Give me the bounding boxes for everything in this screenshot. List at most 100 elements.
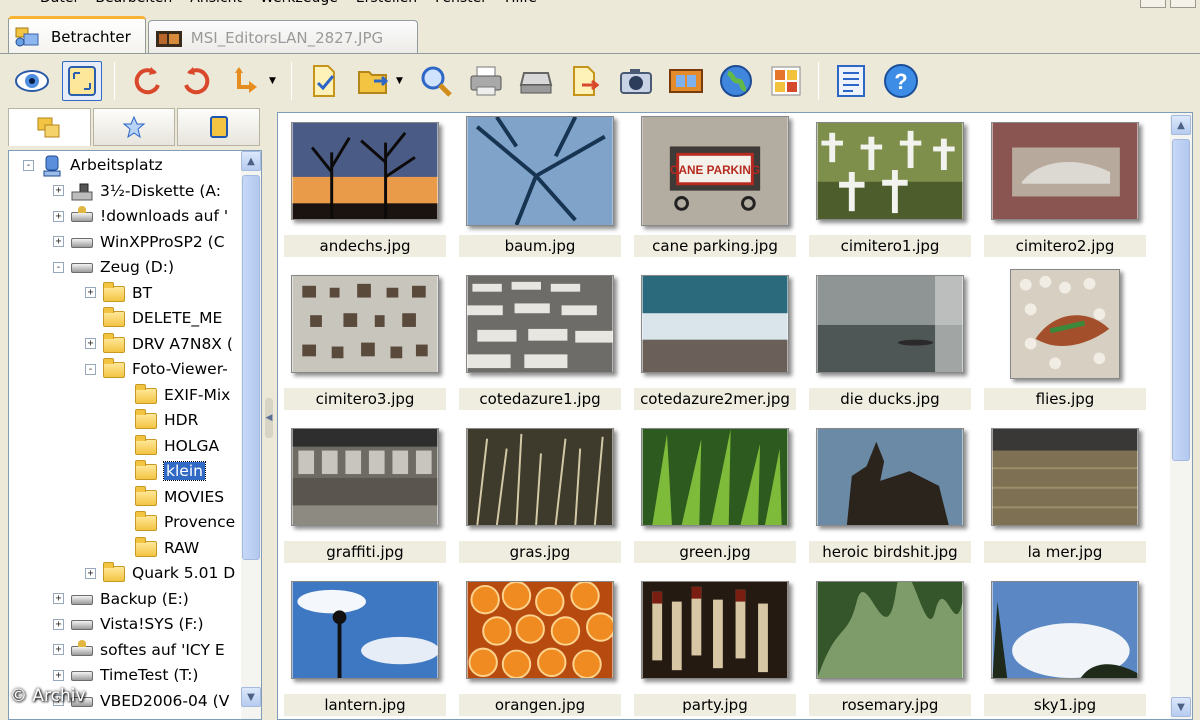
tree-item[interactable]: RAW xyxy=(117,536,199,560)
menu-bearbeiten[interactable]: Bearbeiten xyxy=(95,0,172,10)
thumbnail-item[interactable]: gras.jpg xyxy=(459,419,621,571)
scroll-down-button[interactable]: ▼ xyxy=(241,687,261,707)
thumbnail-item[interactable]: flies.jpg xyxy=(984,266,1146,418)
expand-icon[interactable]: + xyxy=(85,567,96,579)
thumbnail-item[interactable]: orangen.jpg xyxy=(459,572,621,719)
expand-icon[interactable]: + xyxy=(85,338,96,349)
tree-item[interactable]: - Zeug (D:) xyxy=(53,255,174,279)
expand-icon[interactable]: + xyxy=(53,618,64,630)
restore-button[interactable] xyxy=(1140,0,1166,8)
scroll-up-button[interactable]: ▲ xyxy=(241,151,261,171)
expand-icon[interactable]: + xyxy=(53,669,64,681)
tree-item[interactable]: + WinXPProSP2 (C xyxy=(53,230,225,254)
open-dropdown[interactable]: ▼ xyxy=(396,76,406,86)
tree-item[interactable]: - Arbeitsplatz xyxy=(23,153,163,177)
menu-erstellen[interactable]: Erstellen xyxy=(356,0,417,10)
help-button[interactable]: ? xyxy=(881,61,921,101)
tab-folders[interactable] xyxy=(8,108,91,146)
scroll-thumb[interactable] xyxy=(1172,139,1190,461)
tree-item[interactable]: + TimeTest (T:) xyxy=(53,663,198,687)
menu-hilfe[interactable]: Hilfe xyxy=(505,0,537,10)
collapse-arrow-icon[interactable]: ◀ xyxy=(265,398,273,438)
thumbnail-item[interactable]: heroic birdshit.jpg xyxy=(809,419,971,571)
tree-item[interactable]: + !downloads auf ' xyxy=(53,204,228,228)
contact-sheet-button[interactable] xyxy=(766,61,806,101)
collapse-icon[interactable]: - xyxy=(23,159,34,171)
folders-icon xyxy=(37,117,60,137)
thumbnail-item[interactable]: CANE PARKING cane parking.jpg xyxy=(634,113,796,265)
folder-tree[interactable]: + VBED2006-04 (V + TimeTest (T:) + softes auf… xyxy=(8,150,262,720)
scroll-up-button[interactable]: ▲ xyxy=(1171,115,1191,135)
menu-ansicht[interactable]: Ansicht xyxy=(190,0,242,10)
collapse-icon[interactable]: - xyxy=(85,363,96,375)
thumbnail-item[interactable]: baum.jpg xyxy=(459,113,621,265)
tree-item[interactable]: + Quark 5.01 D xyxy=(85,561,235,585)
camera-button[interactable] xyxy=(616,61,656,101)
search-button[interactable] xyxy=(416,61,456,101)
expand-icon[interactable]: + xyxy=(53,644,64,655)
tree-item[interactable]: + BT xyxy=(85,281,152,305)
flip-button[interactable] xyxy=(227,61,267,101)
tree-item[interactable]: + DRV A7N8X ( xyxy=(85,332,233,356)
thumbnail-grid[interactable]: sky1.jpg rosemary.jpg party.jpg orangen.jpg… xyxy=(277,112,1193,720)
tab-image[interactable]: MSI_EditorsLAN_2827.JPG xyxy=(147,20,418,54)
thumbnail-item[interactable]: green.jpg xyxy=(634,419,796,571)
scroll-thumb[interactable] xyxy=(242,175,260,560)
details-button[interactable] xyxy=(831,61,871,101)
rotate-right-button[interactable] xyxy=(177,61,217,101)
open-button[interactable] xyxy=(354,61,394,101)
tree-item[interactable]: HDR xyxy=(117,408,198,432)
rotate-left-button[interactable] xyxy=(127,61,167,101)
menu-fenster[interactable]: Fenster xyxy=(435,0,487,10)
tree-item[interactable]: +3½-Diskette (A: xyxy=(53,179,221,203)
expand-icon[interactable]: + xyxy=(53,185,64,196)
slideshow-button[interactable] xyxy=(666,61,706,101)
tree-scrollbar[interactable]: ▲ ▼ xyxy=(241,151,261,719)
print-button[interactable] xyxy=(466,61,506,101)
panel-splitter[interactable]: ◀ xyxy=(262,108,276,720)
thumbnail-item[interactable]: cotedazure1.jpg xyxy=(459,266,621,418)
thumbnail-item[interactable]: cimitero2.jpg xyxy=(984,113,1146,265)
select-button[interactable] xyxy=(304,61,344,101)
collapse-icon[interactable]: - xyxy=(53,261,64,273)
grid-scrollbar[interactable]: ▲ ▼ xyxy=(1170,113,1192,719)
tree-item[interactable]: klein xyxy=(117,459,206,483)
thumbnail-item[interactable]: party.jpg xyxy=(634,572,796,719)
thumbnail-item[interactable]: la mer.jpg xyxy=(984,419,1146,571)
thumbnail-item[interactable]: lantern.jpg xyxy=(284,572,446,719)
web-button[interactable] xyxy=(716,61,756,101)
view-button[interactable] xyxy=(12,61,52,101)
tree-item[interactable]: + softes auf 'ICY E xyxy=(53,638,225,662)
thumbnail-item[interactable]: sky1.jpg xyxy=(984,572,1146,719)
tree-item[interactable]: Provence xyxy=(117,510,235,534)
thumbnail-item[interactable]: cotedazure2mer.jpg xyxy=(634,266,796,418)
tab-albums[interactable] xyxy=(177,108,261,146)
thumbnail-item[interactable]: die ducks.jpg xyxy=(809,266,971,418)
menu-datei[interactable]: Datei xyxy=(40,0,77,10)
tree-item[interactable]: DELETE_ME xyxy=(85,306,222,330)
tree-item[interactable]: + Backup (E:) xyxy=(53,587,189,611)
fullscreen-button[interactable] xyxy=(62,61,102,101)
tree-item[interactable]: EXIF-Mix xyxy=(117,383,230,407)
scan-button[interactable] xyxy=(516,61,556,101)
tree-item[interactable]: MOVIES xyxy=(117,485,224,509)
thumbnail-item[interactable]: andechs.jpg xyxy=(284,113,446,265)
thumbnail-item[interactable]: graffiti.jpg xyxy=(284,419,446,571)
tree-item[interactable]: - Foto-Viewer- xyxy=(85,357,228,381)
scroll-down-button[interactable]: ▼ xyxy=(1171,697,1191,717)
tab-favorites[interactable] xyxy=(92,108,176,146)
tab-betrachter[interactable]: Betrachter xyxy=(8,16,146,54)
expand-icon[interactable]: + xyxy=(85,287,96,298)
move-button[interactable] xyxy=(566,61,606,101)
thumbnail-item[interactable]: cimitero1.jpg xyxy=(809,113,971,265)
flip-dropdown[interactable]: ▼ xyxy=(269,76,279,86)
tree-item[interactable]: + Vista!SYS (F:) xyxy=(53,612,204,636)
expand-icon[interactable]: + xyxy=(53,210,64,222)
menu-werkzeuge[interactable]: Werkzeuge xyxy=(260,0,338,10)
expand-icon[interactable]: + xyxy=(53,236,64,247)
close-button[interactable] xyxy=(1170,0,1196,8)
expand-icon[interactable]: + xyxy=(53,593,64,604)
thumbnail-item[interactable]: cimitero3.jpg xyxy=(284,266,446,418)
thumbnail-item[interactable]: rosemary.jpg xyxy=(809,572,971,719)
tree-item[interactable]: HOLGA xyxy=(117,434,219,458)
